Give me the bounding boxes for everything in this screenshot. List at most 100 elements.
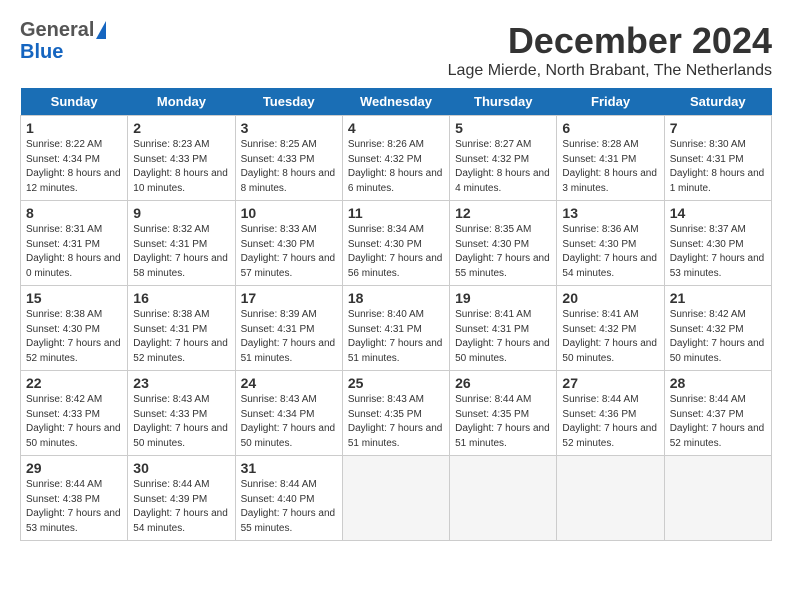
day-info: Sunrise: 8:37 AMSunset: 4:30 PMDaylight:… xyxy=(670,223,766,281)
day-info: Sunrise: 8:44 AMSunset: 4:38 PMDaylight:… xyxy=(26,478,122,536)
weekday-header-row: SundayMondayTuesdayWednesdayThursdayFrid… xyxy=(21,88,772,116)
calendar-week-3: 15Sunrise: 8:38 AMSunset: 4:30 PMDayligh… xyxy=(21,286,772,371)
day-info: Sunrise: 8:43 AMSunset: 4:34 PMDaylight:… xyxy=(241,393,337,451)
calendar-cell: 20 Sunrise: 8:41 AMSunset: 4:32 PMDayligh… xyxy=(557,286,664,371)
calendar-cell xyxy=(450,456,557,541)
logo-blue: Blue xyxy=(20,41,63,63)
calendar-cell: 25Sunrise: 8:43 AMSunset: 4:35 PMDayligh… xyxy=(342,371,449,456)
day-number: 19 xyxy=(455,290,551,306)
title-block: December 2024 Lage Mierde, North Brabant… xyxy=(448,20,772,80)
day-number: 12 xyxy=(455,205,551,221)
day-number: 3 xyxy=(241,120,337,136)
day-number: 17 xyxy=(241,290,337,306)
calendar-cell: 4Sunrise: 8:26 AMSunset: 4:32 PMDaylight… xyxy=(342,116,449,201)
day-number: 28 xyxy=(670,375,766,391)
calendar-cell: 18Sunrise: 8:40 AMSunset: 4:31 PMDayligh… xyxy=(342,286,449,371)
calendar-cell: 1 Sunrise: 8:22 AMSunset: 4:34 PMDaylight… xyxy=(21,116,128,201)
day-info: Sunrise: 8:22 AMSunset: 4:34 PMDaylight:… xyxy=(26,138,122,196)
day-number: 21 xyxy=(670,290,766,306)
calendar-cell: 19 Sunrise: 8:41 AMSunset: 4:31 PMDayligh… xyxy=(450,286,557,371)
day-info: Sunrise: 8:32 AMSunset: 4:31 PMDaylight:… xyxy=(133,223,229,281)
day-info: Sunrise: 8:30 AMSunset: 4:31 PMDaylight:… xyxy=(670,138,766,196)
calendar-cell xyxy=(557,456,664,541)
calendar-table: SundayMondayTuesdayWednesdayThursdayFrid… xyxy=(20,88,772,541)
calendar-cell: 29Sunrise: 8:44 AMSunset: 4:38 PMDayligh… xyxy=(21,456,128,541)
calendar-week-1: 1 Sunrise: 8:22 AMSunset: 4:34 PMDaylight… xyxy=(21,116,772,201)
day-number: 13 xyxy=(562,205,658,221)
page-header: General Blue December 2024 Lage Mierde, … xyxy=(20,20,772,80)
day-info: Sunrise: 8:25 AMSunset: 4:33 PMDaylight:… xyxy=(241,138,337,196)
day-info: Sunrise: 8:33 AMSunset: 4:30 PMDaylight:… xyxy=(241,223,337,281)
calendar-cell: 7 Sunrise: 8:30 AMSunset: 4:31 PMDaylight… xyxy=(664,116,771,201)
calendar-cell: 15Sunrise: 8:38 AMSunset: 4:30 PMDayligh… xyxy=(21,286,128,371)
day-number: 31 xyxy=(241,460,337,476)
day-number: 1 xyxy=(26,120,122,136)
day-number: 23 xyxy=(133,375,229,391)
calendar-cell: 17Sunrise: 8:39 AMSunset: 4:31 PMDayligh… xyxy=(235,286,342,371)
day-info: Sunrise: 8:26 AMSunset: 4:32 PMDaylight:… xyxy=(348,138,444,196)
calendar-cell: 31 Sunrise: 8:44 AMSunset: 4:40 PMDayligh… xyxy=(235,456,342,541)
day-info: Sunrise: 8:44 AMSunset: 4:36 PMDaylight:… xyxy=(562,393,658,451)
day-number: 22 xyxy=(26,375,122,391)
day-info: Sunrise: 8:41 AMSunset: 4:32 PMDaylight:… xyxy=(562,308,658,366)
calendar-cell: 14 Sunrise: 8:37 AMSunset: 4:30 PMDayligh… xyxy=(664,201,771,286)
weekday-header-tuesday: Tuesday xyxy=(235,88,342,116)
calendar-cell: 13 Sunrise: 8:36 AMSunset: 4:30 PMDayligh… xyxy=(557,201,664,286)
calendar-cell: 9 Sunrise: 8:32 AMSunset: 4:31 PMDaylight… xyxy=(128,201,235,286)
day-info: Sunrise: 8:44 AMSunset: 4:37 PMDaylight:… xyxy=(670,393,766,451)
day-number: 6 xyxy=(562,120,658,136)
day-number: 9 xyxy=(133,205,229,221)
calendar-cell: 24 Sunrise: 8:43 AMSunset: 4:34 PMDayligh… xyxy=(235,371,342,456)
logo: General Blue xyxy=(20,20,106,62)
calendar-cell: 22 Sunrise: 8:42 AMSunset: 4:33 PMDayligh… xyxy=(21,371,128,456)
calendar-cell: 3 Sunrise: 8:25 AMSunset: 4:33 PMDaylight… xyxy=(235,116,342,201)
logo-triangle-icon xyxy=(96,21,106,39)
day-number: 18 xyxy=(348,290,444,306)
day-number: 20 xyxy=(562,290,658,306)
day-info: Sunrise: 8:43 AMSunset: 4:33 PMDaylight:… xyxy=(133,393,229,451)
day-info: Sunrise: 8:44 AMSunset: 4:39 PMDaylight:… xyxy=(133,478,229,536)
day-info: Sunrise: 8:34 AMSunset: 4:30 PMDaylight:… xyxy=(348,223,444,281)
day-number: 10 xyxy=(241,205,337,221)
day-info: Sunrise: 8:27 AMSunset: 4:32 PMDaylight:… xyxy=(455,138,551,196)
day-info: Sunrise: 8:42 AMSunset: 4:32 PMDaylight:… xyxy=(670,308,766,366)
calendar-week-4: 22 Sunrise: 8:42 AMSunset: 4:33 PMDayligh… xyxy=(21,371,772,456)
day-info: Sunrise: 8:23 AMSunset: 4:33 PMDaylight:… xyxy=(133,138,229,196)
weekday-header-friday: Friday xyxy=(557,88,664,116)
day-info: Sunrise: 8:31 AMSunset: 4:31 PMDaylight:… xyxy=(26,223,122,281)
weekday-header-sunday: Sunday xyxy=(21,88,128,116)
month-title: December 2024 xyxy=(448,20,772,62)
day-number: 24 xyxy=(241,375,337,391)
day-number: 27 xyxy=(562,375,658,391)
day-info: Sunrise: 8:42 AMSunset: 4:33 PMDaylight:… xyxy=(26,393,122,451)
day-number: 16 xyxy=(133,290,229,306)
day-info: Sunrise: 8:38 AMSunset: 4:31 PMDaylight:… xyxy=(133,308,229,366)
calendar-cell: 28 Sunrise: 8:44 AMSunset: 4:37 PMDayligh… xyxy=(664,371,771,456)
calendar-cell: 11Sunrise: 8:34 AMSunset: 4:30 PMDayligh… xyxy=(342,201,449,286)
weekday-header-wednesday: Wednesday xyxy=(342,88,449,116)
day-info: Sunrise: 8:36 AMSunset: 4:30 PMDaylight:… xyxy=(562,223,658,281)
logo-general: General xyxy=(20,20,94,40)
calendar-cell: 23 Sunrise: 8:43 AMSunset: 4:33 PMDayligh… xyxy=(128,371,235,456)
calendar-cell: 30Sunrise: 8:44 AMSunset: 4:39 PMDayligh… xyxy=(128,456,235,541)
day-info: Sunrise: 8:35 AMSunset: 4:30 PMDaylight:… xyxy=(455,223,551,281)
calendar-cell: 12 Sunrise: 8:35 AMSunset: 4:30 PMDayligh… xyxy=(450,201,557,286)
calendar-cell: 2Sunrise: 8:23 AMSunset: 4:33 PMDaylight… xyxy=(128,116,235,201)
day-info: Sunrise: 8:44 AMSunset: 4:35 PMDaylight:… xyxy=(455,393,551,451)
calendar-cell: 27 Sunrise: 8:44 AMSunset: 4:36 PMDayligh… xyxy=(557,371,664,456)
weekday-header-saturday: Saturday xyxy=(664,88,771,116)
day-info: Sunrise: 8:41 AMSunset: 4:31 PMDaylight:… xyxy=(455,308,551,366)
day-info: Sunrise: 8:43 AMSunset: 4:35 PMDaylight:… xyxy=(348,393,444,451)
calendar-cell xyxy=(664,456,771,541)
weekday-header-monday: Monday xyxy=(128,88,235,116)
day-info: Sunrise: 8:44 AMSunset: 4:40 PMDaylight:… xyxy=(241,478,337,536)
day-number: 7 xyxy=(670,120,766,136)
calendar-week-2: 8Sunrise: 8:31 AMSunset: 4:31 PMDaylight… xyxy=(21,201,772,286)
calendar-cell xyxy=(342,456,449,541)
calendar-cell: 26Sunrise: 8:44 AMSunset: 4:35 PMDayligh… xyxy=(450,371,557,456)
calendar-cell: 16 Sunrise: 8:38 AMSunset: 4:31 PMDayligh… xyxy=(128,286,235,371)
calendar-week-5: 29Sunrise: 8:44 AMSunset: 4:38 PMDayligh… xyxy=(21,456,772,541)
day-number: 15 xyxy=(26,290,122,306)
day-number: 14 xyxy=(670,205,766,221)
day-info: Sunrise: 8:28 AMSunset: 4:31 PMDaylight:… xyxy=(562,138,658,196)
